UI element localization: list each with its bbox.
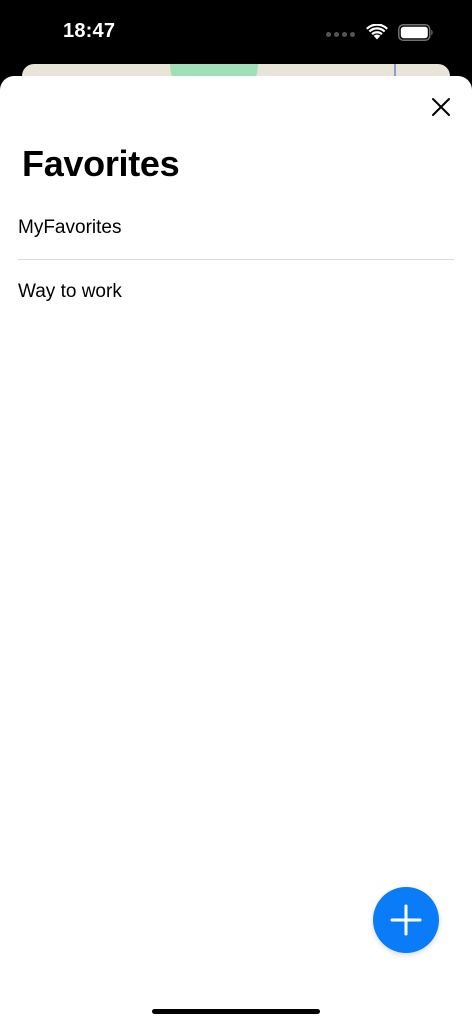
list-item-label: Way to work: [18, 280, 122, 302]
list-item-label: MyFavorites: [18, 216, 122, 238]
close-icon: [432, 98, 450, 116]
close-button[interactable]: [428, 94, 454, 120]
status-indicators: [326, 20, 434, 44]
cellular-signal-icon: [326, 31, 355, 37]
favorites-list: MyFavorites Way to work: [18, 196, 454, 323]
favorites-sheet: Favorites MyFavorites Way to work: [0, 76, 472, 1024]
status-time: 18:47: [63, 20, 116, 42]
page-title: Favorites: [22, 143, 180, 184]
add-favorite-button[interactable]: [373, 887, 439, 953]
screen: 18:47 Favorites MyFavorites Way to work: [0, 0, 472, 1024]
plus-icon: [390, 904, 422, 936]
battery-icon: [398, 23, 433, 41]
wifi-icon: [366, 24, 388, 40]
list-item-my-favorites[interactable]: MyFavorites: [18, 196, 454, 259]
list-item-way-to-work[interactable]: Way to work: [18, 259, 454, 323]
home-indicator: [152, 1009, 320, 1014]
